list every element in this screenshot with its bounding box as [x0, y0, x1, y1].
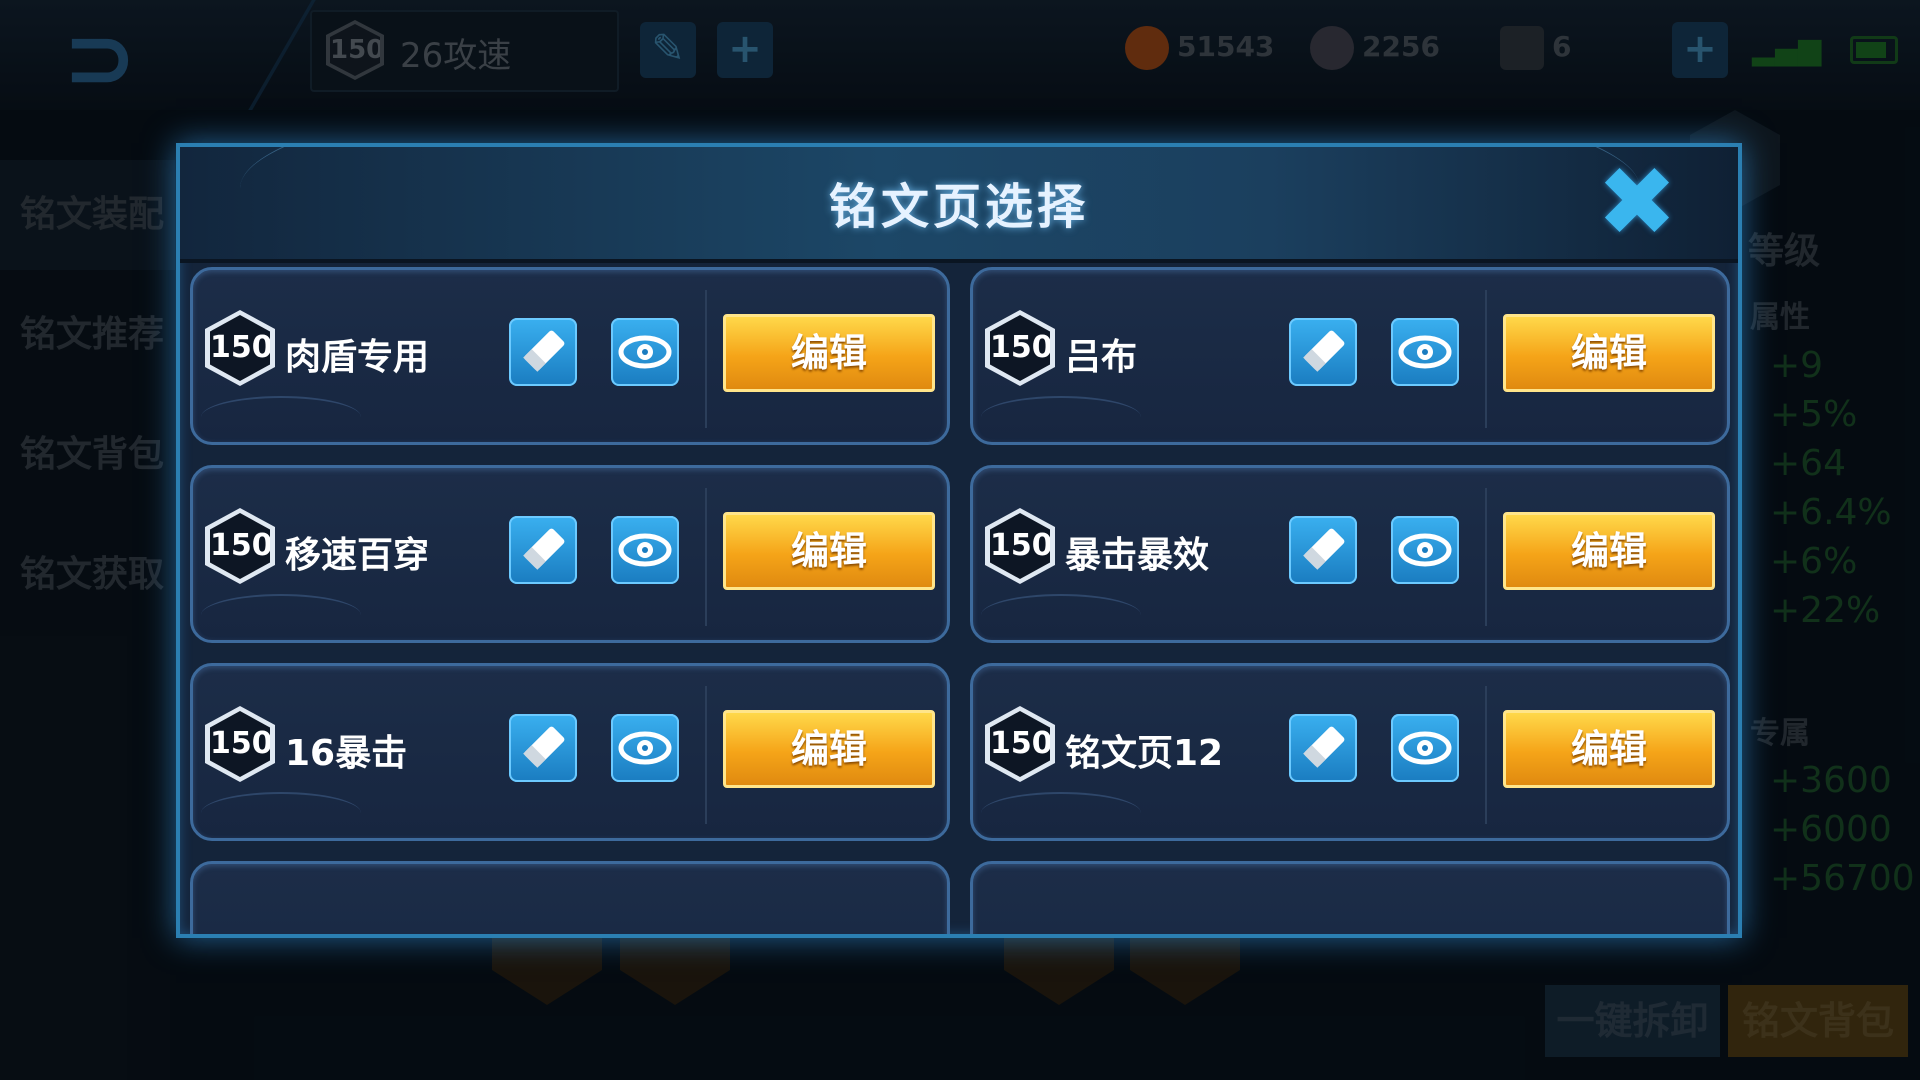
view-eye-icon[interactable]	[1391, 318, 1459, 386]
edit-button[interactable]: 编辑	[1503, 512, 1715, 590]
rune-page-card[interactable]: 150 暴击暴效 编辑	[970, 465, 1730, 643]
level-hex-icon: 150	[985, 508, 1055, 584]
rune-page-card[interactable]: 150 肉盾专用 编辑	[190, 267, 950, 445]
rune-page-name: 暴击暴效	[1065, 535, 1210, 576]
rune-page-card[interactable]: 150 移速百穿 编辑	[190, 465, 950, 643]
card-divider	[1485, 488, 1487, 626]
card-divider	[705, 290, 707, 428]
modal-header: 铭文页选择 ✖	[180, 147, 1738, 263]
level-hex-icon: 150	[205, 706, 275, 782]
rename-pencil-icon[interactable]	[509, 714, 577, 782]
view-eye-icon[interactable]	[611, 318, 679, 386]
rune-page-name: 吕布	[1065, 337, 1138, 378]
view-eye-icon[interactable]	[1391, 516, 1459, 584]
edit-button[interactable]: 编辑	[723, 512, 935, 590]
rune-page-card[interactable]: 150 吕布 编辑	[970, 267, 1730, 445]
card-decor	[981, 396, 1141, 438]
rune-page-name: 肉盾专用	[285, 337, 430, 378]
level-hex-icon: 150	[205, 508, 275, 584]
card-divider	[705, 488, 707, 626]
card-decor	[201, 396, 361, 438]
view-eye-icon[interactable]	[611, 714, 679, 782]
level-hex-icon: 150	[985, 310, 1055, 386]
rename-pencil-icon[interactable]	[1289, 318, 1357, 386]
card-decor	[201, 594, 361, 636]
rune-page-select-modal: 铭文页选择 ✖ 150 肉盾专用 编辑 150 吕布 编辑 150 移速百穿 编…	[176, 143, 1742, 938]
edit-button[interactable]: 编辑	[723, 314, 935, 392]
rune-page-name: 铭文页12	[1065, 733, 1224, 774]
rune-page-card[interactable]: 150 16暴击 编辑	[190, 663, 950, 841]
rune-page-card[interactable]: 150 铭文页12 编辑	[970, 663, 1730, 841]
card-decor	[981, 792, 1141, 834]
card-decor	[981, 594, 1141, 636]
view-eye-icon[interactable]	[611, 516, 679, 584]
level-hex-icon: 150	[985, 706, 1055, 782]
rune-page-card-partial[interactable]	[190, 861, 950, 934]
card-divider	[705, 686, 707, 824]
level-hex-icon: 150	[205, 310, 275, 386]
view-eye-icon[interactable]	[1391, 714, 1459, 782]
rename-pencil-icon[interactable]	[1289, 714, 1357, 782]
edit-button[interactable]: 编辑	[1503, 314, 1715, 392]
card-divider	[1485, 686, 1487, 824]
rune-page-card-partial[interactable]	[970, 861, 1730, 934]
edit-button[interactable]: 编辑	[1503, 710, 1715, 788]
rename-pencil-icon[interactable]	[509, 516, 577, 584]
rune-page-name: 移速百穿	[285, 535, 430, 576]
rename-pencil-icon[interactable]	[1289, 516, 1357, 584]
card-divider	[1485, 290, 1487, 428]
close-icon[interactable]: ✖	[1596, 154, 1678, 250]
rune-page-list[interactable]: 150 肉盾专用 编辑 150 吕布 编辑 150 移速百穿 编辑 150 暴击…	[190, 267, 1730, 934]
modal-title: 铭文页选择	[828, 179, 1089, 235]
rename-pencil-icon[interactable]	[509, 318, 577, 386]
edit-button[interactable]: 编辑	[723, 710, 935, 788]
card-decor	[201, 792, 361, 834]
rune-page-name: 16暴击	[285, 733, 408, 774]
